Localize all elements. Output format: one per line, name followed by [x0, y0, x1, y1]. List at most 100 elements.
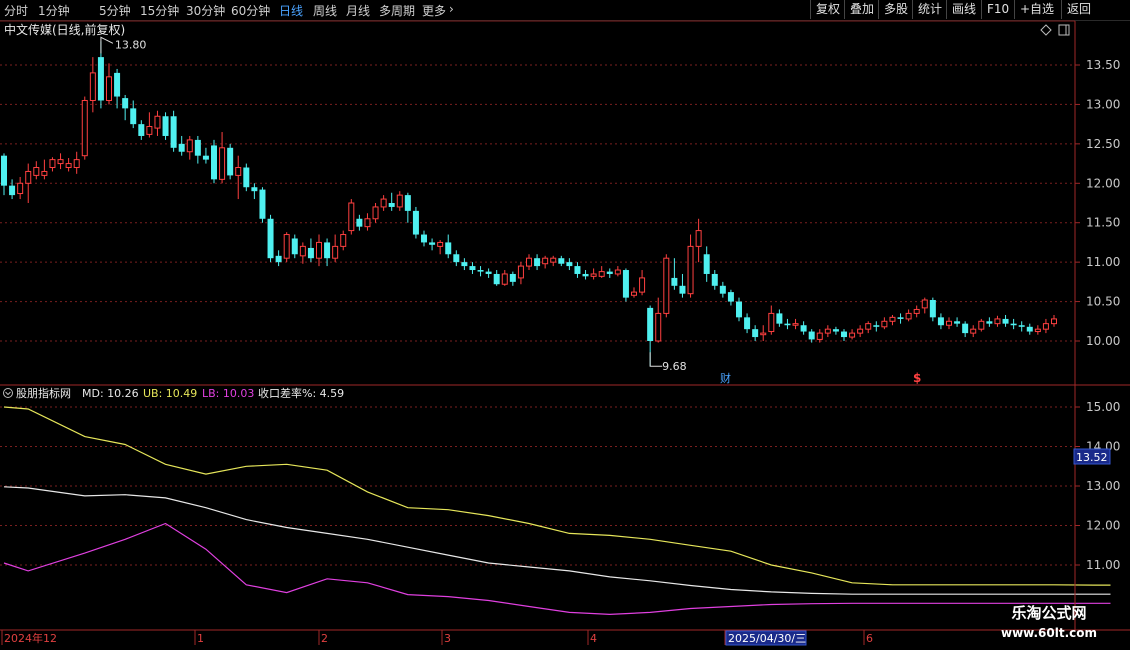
candle-body	[194, 139, 201, 156]
candle-body	[9, 185, 16, 196]
lb-line	[3, 522, 1111, 616]
candle-body	[227, 147, 234, 176]
candle-body	[437, 241, 444, 247]
candles	[1, 41, 1057, 367]
candle-body	[57, 159, 64, 165]
candle-body	[243, 167, 250, 188]
candle-body	[760, 332, 767, 336]
main-grid	[0, 64, 1075, 342]
candle-body	[526, 257, 532, 267]
candle-body	[711, 273, 718, 286]
candle-body	[364, 218, 371, 228]
candle-body	[493, 273, 500, 285]
candle-body	[421, 234, 427, 243]
candle-body	[962, 323, 969, 334]
watermark-title: 乐淘公式网	[1011, 604, 1087, 622]
indicator-grid	[0, 406, 1075, 566]
indicator-collapse-chevron	[5, 391, 11, 396]
candle-body	[178, 143, 185, 152]
main-y-tick-label: 11.50	[1086, 216, 1120, 230]
candle-body	[324, 242, 331, 259]
candle-body	[744, 317, 751, 330]
candle-body	[1051, 318, 1057, 325]
candle-body	[622, 270, 629, 298]
candle-body	[1010, 323, 1017, 326]
candle-body	[889, 316, 896, 322]
indicator-y-tick-label: 11.00	[1086, 558, 1120, 572]
candle-body	[372, 206, 379, 220]
candle-body	[582, 273, 589, 277]
candle-body	[219, 147, 226, 180]
candle-body	[97, 57, 104, 101]
candle-body	[937, 317, 944, 326]
x-axis-label: 6	[866, 632, 873, 645]
main-y-tick-label: 13.50	[1086, 58, 1120, 72]
candle-body	[776, 313, 783, 324]
x-axis-label: 1	[197, 632, 204, 645]
candle-body	[703, 254, 710, 274]
lb-value-label: LB: 10.03	[202, 387, 254, 400]
candle-body	[146, 126, 153, 135]
candle-body	[340, 234, 347, 247]
candle-body	[792, 323, 799, 326]
candle-body	[1026, 326, 1033, 332]
md-value-label: MD: 10.26	[82, 387, 139, 400]
candle-body	[671, 277, 678, 286]
dividend-marker: $	[913, 371, 921, 385]
candle-body	[986, 321, 993, 324]
candle-body	[913, 308, 920, 314]
candle-body	[106, 76, 112, 101]
candle-body	[606, 271, 613, 274]
candle-body	[631, 291, 637, 296]
candle-body	[186, 139, 193, 153]
candle-body	[897, 317, 904, 319]
candle-body	[978, 320, 985, 330]
candle-body	[251, 187, 258, 192]
candle-body	[332, 245, 339, 259]
candle-body	[162, 116, 169, 136]
candle-body	[283, 234, 290, 259]
labels: 13.80 9.68 财 $ 中文传媒(日线,前复权) 股朋指标网 MD: 10.26 UB:…	[3, 22, 1070, 400]
chart-area: 13.50 13.00 12.50 12.00 11.50 11.00 10.50 10.00…	[0, 20, 1130, 646]
ub-line	[3, 406, 1111, 586]
indicator-y-tick-label: 15.00	[1086, 400, 1120, 414]
candle-body	[49, 159, 56, 169]
candle-body	[1002, 318, 1009, 324]
candle-body	[542, 257, 549, 265]
candle-body	[873, 325, 880, 327]
candle-body	[89, 72, 96, 101]
chart-title: 中文传媒(日线,前复权)	[4, 22, 125, 37]
candle-body	[259, 189, 266, 219]
candle-body	[348, 202, 355, 232]
candle-body	[752, 329, 759, 338]
candle-body	[380, 198, 387, 208]
low-marker-arrow	[649, 352, 663, 367]
axes: 13.50 13.00 12.50 12.00 11.50 11.00 10.50 10.00…	[0, 20, 1130, 646]
candle-body	[598, 271, 605, 277]
candle-body	[832, 329, 839, 332]
candle-body	[404, 195, 411, 211]
current-value-label: 13.52	[1076, 451, 1108, 464]
candle-body	[881, 320, 888, 328]
candle-body	[663, 257, 670, 314]
candle-body	[808, 331, 815, 340]
watermark: 乐淘公式网 www.60lt.com	[988, 602, 1110, 646]
main-y-tick-label: 12.50	[1086, 137, 1120, 151]
candle-body	[477, 270, 484, 272]
candle-body	[501, 273, 508, 285]
candle-body	[299, 245, 306, 257]
x-axis-label: 4	[590, 632, 597, 645]
diff-rate-label: 收口差率%: 4.59	[258, 386, 344, 400]
candle-body	[865, 323, 872, 330]
x-axis-label: 3	[444, 632, 451, 645]
window-toggle-icon	[1058, 24, 1070, 36]
candle-body	[946, 320, 952, 326]
candle-body	[517, 265, 524, 279]
main-y-tick-label: 12.00	[1086, 176, 1120, 190]
candle-body	[736, 301, 742, 318]
candle-body	[574, 266, 581, 274]
candle-body	[17, 182, 24, 195]
candle-body	[768, 312, 775, 333]
candle-body	[727, 292, 734, 302]
main-y-tick-label: 13.00	[1086, 97, 1120, 111]
